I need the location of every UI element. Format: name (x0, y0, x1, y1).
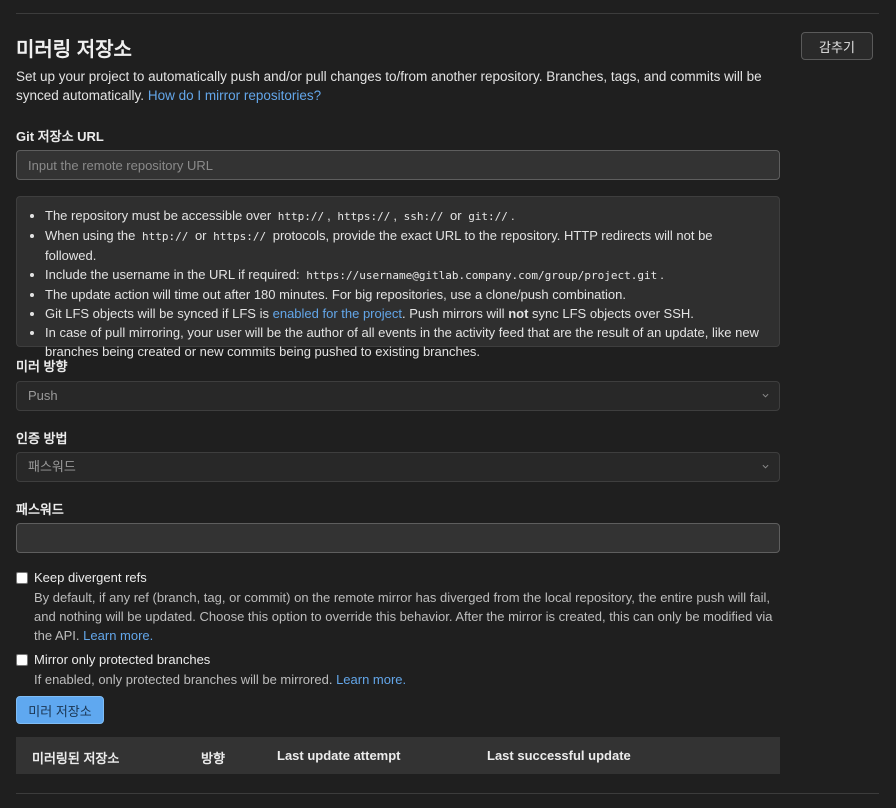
protected-only-checkbox[interactable] (16, 654, 28, 666)
column-header-last-attempt: Last update attempt (277, 748, 401, 763)
password-label: 패스워드 (16, 502, 64, 517)
help-link[interactable]: How do I mirror repositories? (148, 88, 321, 103)
help-item-username: Include the username in the URL if requi… (45, 265, 767, 285)
git-url-input[interactable] (16, 150, 780, 180)
bottom-divider (16, 793, 879, 794)
column-header-direction: 방향 (201, 751, 225, 766)
mirror-direction-label: 미러 방향 (16, 359, 68, 374)
column-header-last-success: Last successful update (487, 748, 631, 763)
page-title: 미러링 저장소 (16, 39, 132, 61)
auth-method-value: 패스워드 (28, 459, 76, 474)
description-text: Set up your project to automatically pus… (16, 69, 762, 103)
auth-method-select[interactable]: 패스워드 (16, 452, 780, 482)
help-item-pull: In case of pull mirroring, your user wil… (45, 323, 767, 361)
mirrors-table-header: 미러링된 저장소 방향 Last update attempt Last suc… (16, 737, 780, 774)
protected-only-label: Mirror only protected branches (34, 652, 211, 667)
mirror-direction-select[interactable]: Push (16, 381, 780, 411)
top-divider (16, 13, 879, 14)
help-box: The repository must be accessible over h… (16, 196, 780, 359)
chevron-down-icon (762, 393, 769, 398)
column-header-repository: 미러링된 저장소 (32, 751, 120, 766)
chevron-down-icon (762, 464, 769, 469)
keep-divergent-help: By default, if any ref (branch, tag, or … (34, 590, 773, 643)
section-description: Set up your project to automatically pus… (16, 67, 786, 105)
help-item-http: When using the http:// or https:// proto… (45, 226, 767, 265)
keep-divergent-checkbox[interactable] (16, 572, 28, 584)
git-url-label: Git 저장소 URL (16, 129, 104, 144)
password-input[interactable] (16, 523, 780, 553)
mirror-direction-value: Push (28, 388, 58, 403)
keep-divergent-label: Keep divergent refs (34, 570, 147, 585)
keep-divergent-learn-more[interactable]: Learn more. (83, 628, 153, 643)
mirror-repository-button[interactable]: 미러 저장소 (16, 696, 104, 724)
protected-only-learn-more[interactable]: Learn more. (336, 672, 406, 687)
help-item-timeout: The update action will time out after 18… (45, 285, 767, 304)
protected-only-help: If enabled, only protected branches will… (34, 672, 407, 687)
collapse-button[interactable]: 감추기 (801, 32, 873, 60)
help-item-protocols: The repository must be accessible over h… (45, 206, 767, 226)
auth-method-label: 인증 방법 (16, 431, 68, 446)
lfs-link[interactable]: enabled for the project (273, 306, 402, 321)
help-item-lfs: Git LFS objects will be synced if LFS is… (45, 304, 767, 323)
